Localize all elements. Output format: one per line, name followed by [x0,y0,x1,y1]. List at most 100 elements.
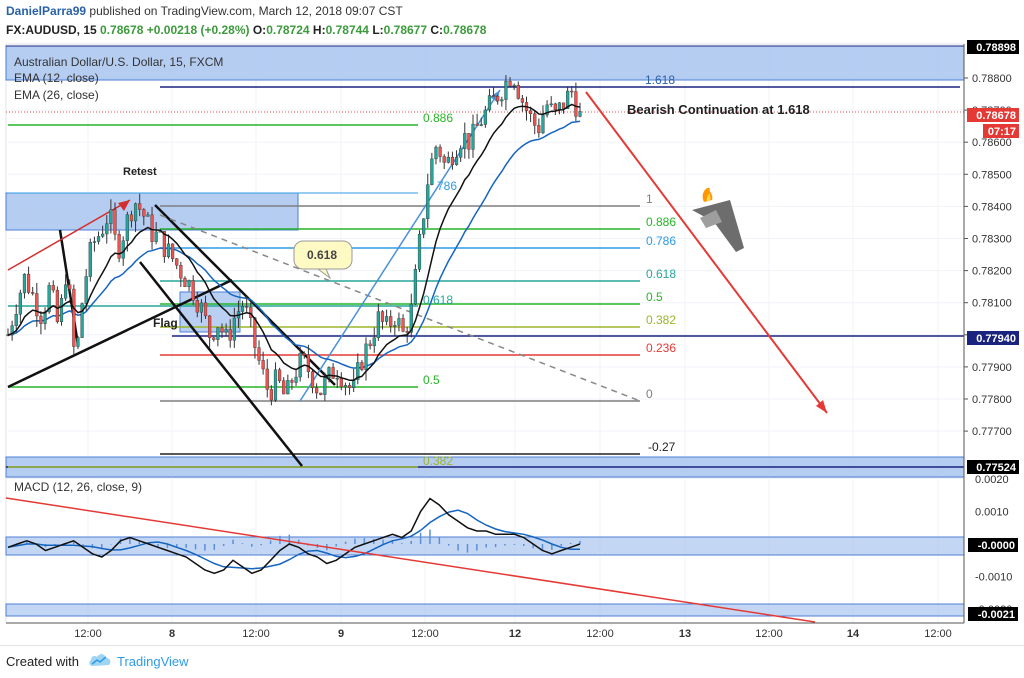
fib-upper-786-label: 786 [437,179,457,193]
candle-body [376,311,380,339]
candle-body [216,327,220,340]
candle-body [471,123,475,150]
candle-body [397,318,401,326]
candle-body [43,311,47,324]
price-tick-label: 0.78500 [972,169,1012,181]
candle-body [191,280,195,301]
candle-body [183,277,187,288]
candle-body [372,337,376,347]
candle-body [146,214,150,217]
price-chart[interactable]: Australian Dollar/U.S. Dollar, 15, FXCM … [0,0,1024,645]
fib-right-label: 0.786 [646,234,676,248]
candle-body [463,133,467,149]
candle-body [574,91,578,117]
candle-body [298,353,302,378]
candle-body [430,158,434,185]
candle-body [384,316,389,322]
candle-body [520,98,524,103]
price-badge-text: 0.77940 [976,333,1016,345]
fib-right-label: -0.27 [648,440,676,454]
price-tick-label: 0.78300 [972,234,1012,246]
bearish-label: Bearish Continuation at 1.618 [627,102,810,117]
candle-body [68,284,72,290]
candle-body [138,203,142,210]
candle-body [261,360,265,370]
candle-body [578,111,582,117]
candle-body [269,389,273,401]
candle-body [512,84,516,87]
candle-body [389,316,393,327]
time-tick-label: 12 [509,628,521,640]
candle-body [35,293,39,317]
fib-right-label: 0 [646,387,653,401]
price-tick-label: 0.77900 [972,362,1012,374]
candle-body [92,241,97,243]
candle-body [80,303,84,338]
candle-body [413,269,417,305]
time-axis[interactable]: 12:00 8 12:00 9 12:00 12 12:00 13 12:00 14 12:00 [74,628,952,640]
candle-body [133,203,138,222]
candle-body [426,184,430,219]
fib-right-label: 1 [646,192,653,206]
candle-body [129,214,134,222]
candle-body [179,265,183,279]
price-badge-text: 0.78898 [976,42,1016,54]
candle-body [282,380,286,395]
candle-body [286,380,290,395]
price-tick-label: 0.78100 [972,298,1012,310]
candle-body [504,80,508,100]
macd-lower-band [5,603,965,617]
macd-tick-label: -0.0010 [975,572,1012,584]
candle-body [166,243,171,258]
candle-body [220,327,224,333]
candle-body [208,315,212,338]
candle-body [310,371,315,389]
macd-tick-label: 0.0010 [975,507,1009,519]
time-tick-label: 12:00 [74,628,102,640]
fib-upper-0886-label: 0.886 [423,111,453,125]
candle-body [228,329,232,341]
time-tick-label: 12:00 [924,628,952,640]
time-tick-label: 12:00 [411,628,439,640]
candle-body [459,148,463,158]
candle-body [438,146,442,157]
candle-body [84,276,88,304]
candle-body [302,353,306,356]
candle-body [253,317,257,348]
candle-body [417,233,422,270]
candle-body [516,84,520,99]
candle-body [343,384,348,388]
fib-upper-05-label: 0.5 [423,373,440,387]
price-tick-label: 0.78800 [972,73,1012,85]
candle-body [96,236,101,242]
candle-body [331,367,335,379]
candle-body [154,231,158,242]
candle-body [570,90,574,93]
candle-body [315,387,319,394]
candle-body [306,354,311,372]
candle-body [199,302,204,313]
fib-upper-1618-label: 1.618 [645,73,675,87]
fib-right-label: 0.886 [646,215,676,229]
time-tick-label: 12:00 [242,628,270,640]
candle-body [475,123,479,126]
candle-body [265,368,269,390]
candle-body [224,329,228,333]
candle-body [434,146,438,160]
candle-body [245,306,249,308]
callout-text: 0.618 [307,248,337,262]
price-badge-text: 07:17 [988,126,1016,138]
candle-body [26,273,31,293]
candle-body [454,157,459,165]
candle-body [347,384,352,388]
candle-body [479,124,483,126]
candle-body [450,156,455,165]
candle-body [101,233,105,237]
tradingview-cloud-icon [89,654,111,666]
candle-body [380,311,385,322]
candle-body [557,102,562,111]
tradingview-link[interactable]: TradingView [117,654,189,669]
candle-body [59,298,64,322]
candle-body [364,343,368,370]
candle-body [323,377,327,395]
